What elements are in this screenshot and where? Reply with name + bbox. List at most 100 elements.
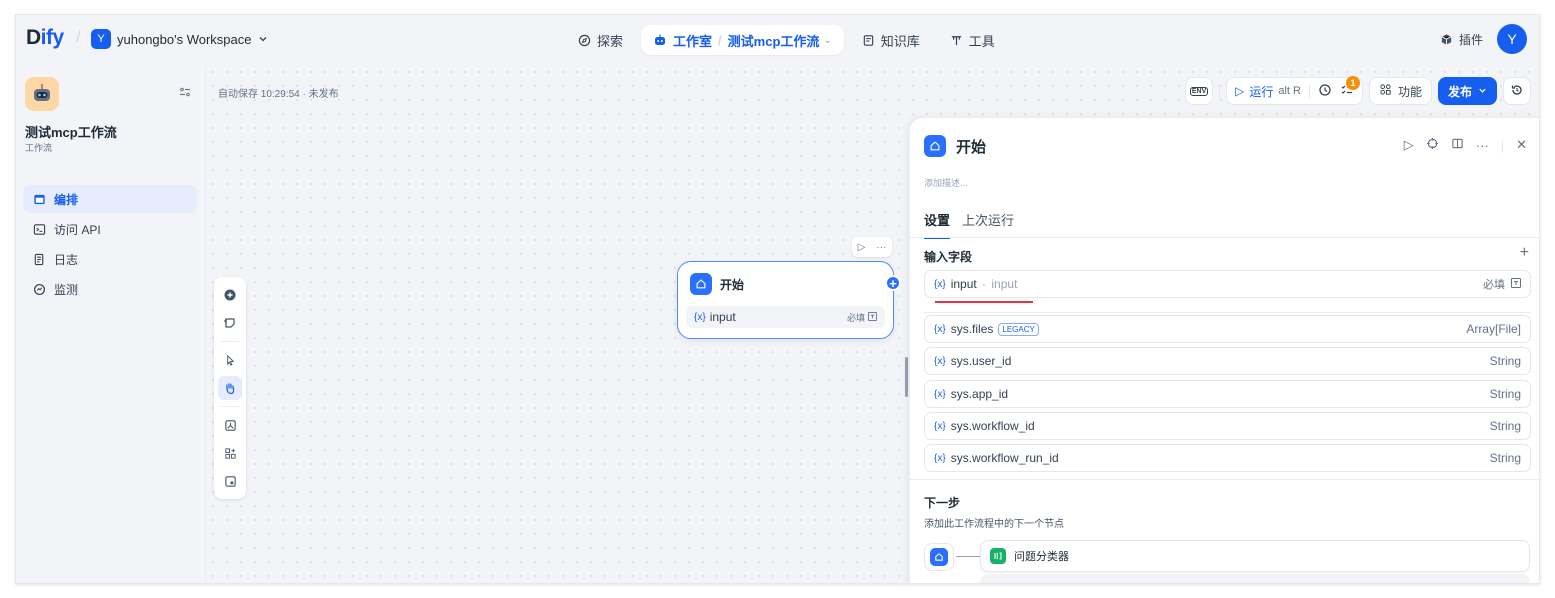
next-node-placeholder [980,574,1530,583]
variable-icon: {x} [934,420,946,432]
cube-icon [1440,33,1453,46]
sys-variable-type: String [1489,354,1521,368]
add-note-button[interactable] [218,311,242,335]
robot-icon [653,33,667,47]
version-history-button[interactable] [1503,77,1531,105]
nav-studio[interactable]: 工作室 / 测试mcp工作流 ⌄ [641,25,844,55]
app-name: 测试mcp工作流 [25,125,117,140]
nav-explore[interactable]: 探索 [566,25,635,55]
run-button[interactable]: ▷ 运行 alt R [1235,83,1301,100]
panel-tabs: 设置 上次运行 [924,210,1014,239]
play-icon: ▷ [1235,84,1245,98]
split-view-icon[interactable] [1451,137,1464,153]
env-button[interactable]: ENV [1185,77,1214,105]
sys-variable-name: sys.workflow_run_id [950,451,1059,465]
compass-icon [578,34,591,47]
sys-variable-name: sys.app_id [950,387,1009,401]
sidebar-item-label: 日志 [54,252,79,267]
plugins-button[interactable]: 插件 [1440,31,1483,48]
chevron-down-icon: ⌄ [823,34,832,46]
required-badge: 必填 [1483,276,1521,292]
restore-icon [1510,83,1524,100]
log-icon [33,253,46,266]
panel-tools: ▷ ··· | ✕ [1404,137,1527,153]
locate-icon[interactable] [1426,137,1439,153]
add-input-field-button[interactable]: + [1520,244,1529,262]
user-variable-row[interactable]: {x} input · input 必填 [924,270,1531,298]
add-next-node-handle[interactable]: + [885,275,901,291]
features-button[interactable]: 功能 [1368,77,1432,105]
text-input-icon [1511,277,1521,291]
organize-blocks-button[interactable] [218,441,242,465]
sidebar-item-api[interactable]: 访问 API [23,215,197,243]
tab-settings[interactable]: 设置 [924,210,951,239]
user-avatar[interactable]: Y [1497,24,1527,54]
description-input[interactable]: 添加描述... [924,176,968,189]
sidebar-menu: 编排 访问 API 日志 监测 [23,185,197,305]
run-step-icon[interactable]: ▷ [1404,137,1414,153]
checklist-badge: 1 [1345,75,1360,90]
toolbar-divider [221,341,239,342]
workspace-switcher[interactable]: Y yuhongbo's Workspace [91,29,268,49]
nav-explore-label: 探索 [597,33,624,49]
export-image-button[interactable] [218,413,242,437]
variable-icon: {x} [934,355,946,367]
chevron-down-icon [1478,84,1487,98]
variable-icon: {x} [934,278,946,290]
sidebar-collapse-icon[interactable] [178,85,192,102]
sidebar-item-monitor[interactable]: 监测 [23,275,197,303]
sidebar-item-orchestrate[interactable]: 编排 [23,185,197,213]
hand-mode-button[interactable] [218,376,242,400]
nav-tools-label: 工具 [968,33,995,49]
sidebar-item-label: 访问 API [54,222,101,237]
workspace-avatar: Y [91,29,111,49]
publish-label: 发布 [1447,84,1472,99]
history-icon[interactable] [1318,83,1332,100]
pointer-mode-button[interactable] [218,348,242,372]
features-label: 功能 [1397,84,1422,99]
text-input-icon [868,311,877,323]
minimap-button[interactable] [218,469,242,493]
layout-icon [33,193,46,206]
current-app-switcher[interactable]: 测试mcp工作流 ⌄ [728,31,832,50]
close-icon[interactable]: ✕ [1516,137,1527,153]
panel-title: 开始 [956,138,987,156]
terminal-icon [33,223,46,236]
more-icon[interactable]: ··· [876,242,886,253]
more-icon[interactable]: ··· [1476,138,1489,153]
required-label: 必填 [1483,279,1505,291]
canvas-toolbar [214,277,246,499]
node-actions-bar: ▷ ··· [852,237,892,257]
main-nav: 探索 工作室 / 测试mcp工作流 ⌄ 知识库 工具 [566,25,1007,55]
checklist-button[interactable]: 1 [1340,75,1360,100]
publish-button[interactable]: 发布 [1437,77,1497,105]
legacy-badge: LEGACY [998,322,1039,336]
app-type: 工作流 [25,143,53,153]
start-node[interactable]: 开始 {x} input 必填 [677,261,894,339]
sys-variable-type: String [1489,419,1521,433]
tab-last-run[interactable]: 上次运行 [962,210,1014,239]
run-node-icon[interactable]: ▷ [858,242,866,253]
add-node-button[interactable] [218,283,242,307]
next-node-label: 问题分类器 [1014,551,1069,563]
breadcrumb-slash: / [76,29,81,46]
sys-variable-row: {x} sys.files LEGACY Array[File] [924,315,1531,343]
sidebar-item-logs[interactable]: 日志 [23,245,197,273]
sys-variable-name: sys.user_id [950,354,1012,368]
panel-resize-handle[interactable] [905,357,908,397]
nav-tools[interactable]: 工具 [938,25,1007,55]
divider [1219,84,1221,98]
sidebar-item-label: 编排 [54,192,79,207]
nav-knowledge-label: 知识库 [880,33,920,49]
dify-logo[interactable]: Dify [26,26,64,50]
start-node-header: 开始 [690,273,744,295]
env-icon: ENV [1189,86,1209,96]
next-node-question-classifier[interactable]: 问题分类器 [980,540,1530,572]
workflow-actions: ENV ▷ 运行 alt R 1 功能 发布 [1185,75,1531,105]
start-node-title: 开始 [720,277,745,292]
home-icon [924,135,946,157]
sys-variable-name: sys.workflow_id [950,419,1035,433]
nav-knowledge[interactable]: 知识库 [850,25,932,55]
sys-variable-row: {x} sys.workflow_id String [924,412,1531,440]
next-step-start-block [924,543,954,571]
